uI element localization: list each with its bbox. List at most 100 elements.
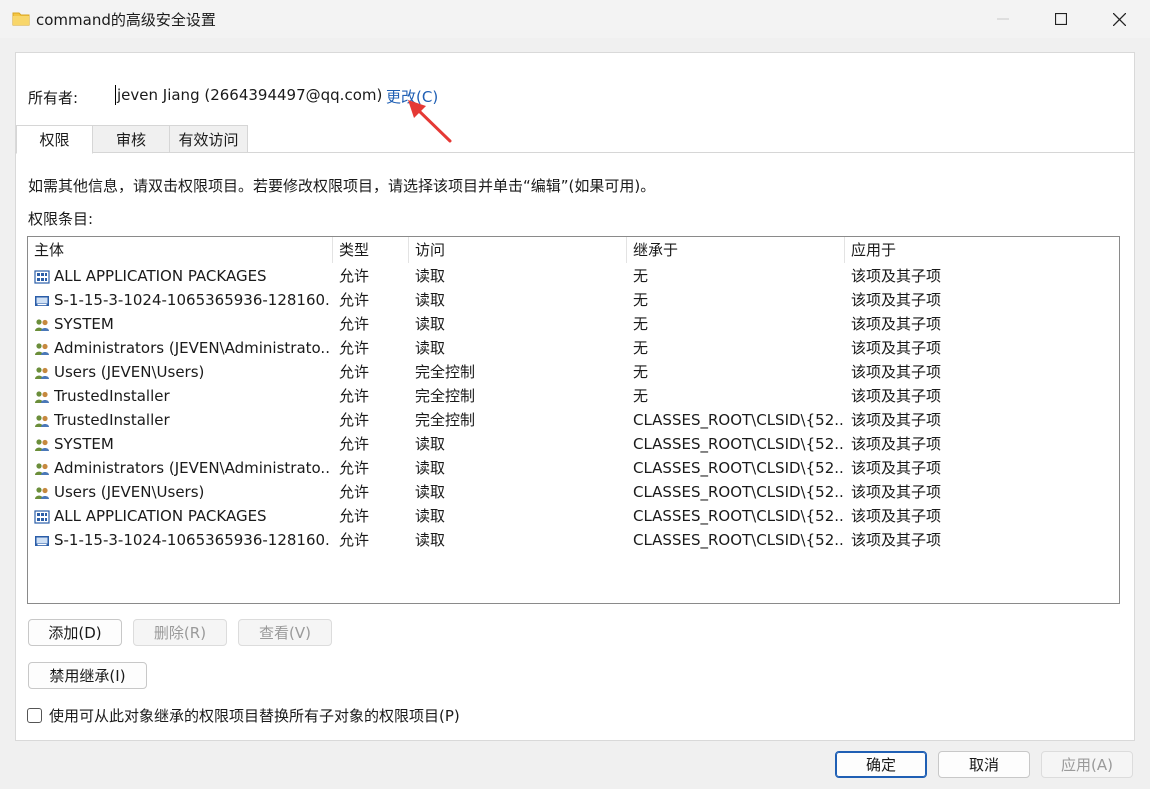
type-cell: 允许 bbox=[339, 315, 370, 333]
principal-cell: S-1-15-3-1024-1065365936-128160... bbox=[54, 531, 330, 549]
info-text: 如需其他信息，请双击权限项目。若要修改权限项目，请选择该项目并单击“编辑”(如果… bbox=[28, 177, 656, 195]
text-caret bbox=[115, 85, 116, 105]
apply-button[interactable]: 应用(A) bbox=[1041, 751, 1133, 778]
inherited-from-cell: 无 bbox=[633, 291, 649, 309]
cancel-button[interactable]: 取消 bbox=[938, 751, 1030, 778]
applies-to-cell: 该项及其子项 bbox=[851, 411, 942, 429]
table-row[interactable]: Users (JEVEN\Users) 允许 完全控制 无 该项及其子项 bbox=[28, 360, 1119, 384]
applies-to-cell: 该项及其子项 bbox=[851, 507, 942, 525]
table-row[interactable]: SYSTEM 允许 读取 无 该项及其子项 bbox=[28, 312, 1119, 336]
annotation-arrow-icon bbox=[408, 100, 452, 143]
view-button[interactable]: 查看(V) bbox=[238, 619, 332, 646]
table-row[interactable]: TrustedInstaller 允许 完全控制 无 该项及其子项 bbox=[28, 384, 1119, 408]
users-icon bbox=[34, 436, 50, 452]
access-cell: 读取 bbox=[415, 291, 446, 309]
access-cell: 读取 bbox=[415, 339, 446, 357]
table-row[interactable]: SYSTEM 允许 读取 CLASSES_ROOT\CLSID\{52... 该项及其子… bbox=[28, 432, 1119, 456]
replace-child-permissions-label: 使用可从此对象继承的权限项目替换所有子对象的权限项目(P) bbox=[49, 707, 460, 725]
column-inherited-from[interactable]: 继承于 bbox=[627, 237, 845, 263]
column-access[interactable]: 访问 bbox=[409, 237, 627, 263]
inherited-from-cell: CLASSES_ROOT\CLSID\{52... bbox=[633, 507, 843, 525]
type-cell: 允许 bbox=[339, 531, 370, 549]
access-cell: 读取 bbox=[415, 267, 446, 285]
maximize-button[interactable] bbox=[1032, 0, 1090, 38]
applies-to-cell: 该项及其子项 bbox=[851, 483, 942, 501]
permission-list[interactable]: 主体 类型 访问 继承于 应用于 ALL APPLICATION PACKAGE… bbox=[27, 236, 1120, 604]
table-row[interactable]: ALL APPLICATION PACKAGES 允许 读取 CLASSES_ROOT… bbox=[28, 504, 1119, 528]
app-packages-icon bbox=[34, 268, 50, 284]
add-button[interactable]: 添加(D) bbox=[28, 619, 122, 646]
access-cell: 读取 bbox=[415, 483, 446, 501]
table-row[interactable]: Users (JEVEN\Users) 允许 读取 CLASSES_ROOT\CLSI… bbox=[28, 480, 1119, 504]
table-row[interactable]: TrustedInstaller 允许 完全控制 CLASSES_ROOT\CLSID… bbox=[28, 408, 1119, 432]
principal-cell: S-1-15-3-1024-1065365936-128160... bbox=[54, 291, 330, 309]
sid-icon bbox=[34, 532, 50, 548]
inherited-from-cell: CLASSES_ROOT\CLSID\{52... bbox=[633, 531, 843, 549]
principal-cell: Administrators (JEVEN\Administrato... bbox=[54, 459, 330, 477]
type-cell: 允许 bbox=[339, 483, 370, 501]
inherited-from-cell: 无 bbox=[633, 267, 649, 285]
tab-label: 审核 bbox=[115, 130, 146, 149]
access-cell: 读取 bbox=[415, 315, 446, 333]
principal-cell: SYSTEM bbox=[54, 315, 114, 333]
users-icon bbox=[34, 364, 50, 380]
ok-button[interactable]: 确定 bbox=[835, 751, 927, 778]
owner-label: 所有者: bbox=[28, 89, 79, 107]
table-row[interactable]: ALL APPLICATION PACKAGES 允许 读取 无 该项及其子项 bbox=[28, 264, 1119, 288]
access-cell: 读取 bbox=[415, 459, 446, 477]
close-button[interactable] bbox=[1090, 0, 1148, 38]
table-row[interactable]: Administrators (JEVEN\Administrato... 允许 读… bbox=[28, 456, 1119, 480]
column-type[interactable]: 类型 bbox=[333, 237, 409, 263]
table-row[interactable]: S-1-15-3-1024-1065365936-128160... 允许 读取 无 该… bbox=[28, 288, 1119, 312]
applies-to-cell: 该项及其子项 bbox=[851, 339, 942, 357]
users-icon bbox=[34, 388, 50, 404]
principal-cell: ALL APPLICATION PACKAGES bbox=[54, 507, 267, 525]
table-row[interactable]: S-1-15-3-1024-1065365936-128160... 允许 读取 CL… bbox=[28, 528, 1119, 552]
column-applies-to[interactable]: 应用于 bbox=[845, 237, 1119, 263]
principal-cell: TrustedInstaller bbox=[54, 411, 170, 429]
inherited-from-cell: CLASSES_ROOT\CLSID\{52... bbox=[633, 411, 843, 429]
table-row[interactable]: Administrators (JEVEN\Administrato... 允许 读… bbox=[28, 336, 1119, 360]
users-icon bbox=[34, 460, 50, 476]
owner-value: jeven Jiang (2664394497@qq.com) bbox=[117, 86, 383, 104]
permission-entries-label: 权限条目: bbox=[28, 210, 94, 228]
list-header: 主体 类型 访问 继承于 应用于 bbox=[28, 237, 1119, 263]
principal-cell: Users (JEVEN\Users) bbox=[54, 363, 205, 381]
inherited-from-cell: CLASSES_ROOT\CLSID\{52... bbox=[633, 459, 843, 477]
users-icon bbox=[34, 484, 50, 500]
tab-permissions[interactable]: 权限 bbox=[16, 125, 93, 154]
principal-cell: Administrators (JEVEN\Administrato... bbox=[54, 339, 330, 357]
access-cell: 读取 bbox=[415, 507, 446, 525]
inherited-from-cell: CLASSES_ROOT\CLSID\{52... bbox=[633, 483, 843, 501]
list-rows: ALL APPLICATION PACKAGES 允许 读取无该项及其子项 S-1-1… bbox=[28, 264, 1119, 552]
maximize-icon bbox=[1055, 13, 1067, 25]
users-icon bbox=[34, 340, 50, 356]
applies-to-cell: 该项及其子项 bbox=[851, 315, 942, 333]
replace-child-permissions-option[interactable]: 使用可从此对象继承的权限项目替换所有子对象的权限项目(P) bbox=[27, 705, 460, 726]
principal-cell: SYSTEM bbox=[54, 435, 114, 453]
access-cell: 读取 bbox=[415, 435, 446, 453]
disable-inheritance-button[interactable]: 禁用继承(I) bbox=[28, 662, 147, 689]
remove-button[interactable]: 删除(R) bbox=[133, 619, 227, 646]
principal-cell: ALL APPLICATION PACKAGES bbox=[54, 267, 267, 285]
principal-cell: TrustedInstaller bbox=[54, 387, 170, 405]
app-packages-icon bbox=[34, 508, 50, 524]
tab-label: 有效访问 bbox=[178, 130, 239, 149]
applies-to-cell: 该项及其子项 bbox=[851, 291, 942, 309]
applies-to-cell: 该项及其子项 bbox=[851, 435, 942, 453]
tab-audit[interactable]: 审核 bbox=[92, 125, 170, 153]
tab-label: 权限 bbox=[39, 131, 70, 149]
applies-to-cell: 该项及其子项 bbox=[851, 267, 942, 285]
minimize-button[interactable] bbox=[974, 0, 1032, 38]
type-cell: 允许 bbox=[339, 267, 370, 285]
users-icon bbox=[34, 412, 50, 428]
type-cell: 允许 bbox=[339, 387, 370, 405]
tab-effective-access[interactable]: 有效访问 bbox=[169, 125, 248, 153]
column-principal[interactable]: 主体 bbox=[28, 237, 333, 263]
inherited-from-cell: 无 bbox=[633, 315, 649, 333]
type-cell: 允许 bbox=[339, 291, 370, 309]
type-cell: 允许 bbox=[339, 435, 370, 453]
applies-to-cell: 该项及其子项 bbox=[851, 363, 942, 381]
type-cell: 允许 bbox=[339, 339, 370, 357]
replace-child-permissions-checkbox[interactable] bbox=[27, 708, 42, 723]
